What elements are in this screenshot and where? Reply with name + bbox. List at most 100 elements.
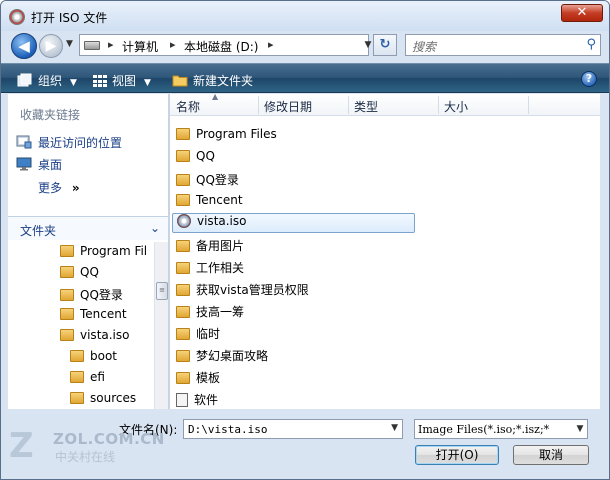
chevron-right-icon[interactable]: ▸: [170, 38, 176, 51]
list-item[interactable]: QQ登录: [176, 171, 239, 191]
column-type[interactable]: 类型: [354, 98, 378, 115]
window-title: 打开 ISO 文件: [31, 11, 108, 25]
chevron-down-icon: ▼: [70, 78, 77, 88]
folder-icon: [60, 266, 74, 278]
folder-icon: [60, 308, 74, 320]
list-item-label: 临时: [196, 327, 221, 341]
folder-icon: [176, 194, 190, 206]
views-menu[interactable]: 视图 ▼: [93, 72, 151, 90]
list-item-label: QQ登录: [196, 173, 239, 187]
more-favorites-link[interactable]: 更多 »: [38, 179, 80, 196]
filename-field[interactable]: D:\vista.iso ▼: [183, 419, 403, 439]
list-item[interactable]: 梦幻桌面攻略: [176, 347, 268, 367]
list-item[interactable]: 工作相关: [176, 259, 244, 279]
folders-toggle[interactable]: 文件夹 ⌄: [8, 216, 168, 240]
list-item[interactable]: 备用图片: [176, 237, 244, 257]
tree-item[interactable]: vista.iso: [60, 328, 130, 342]
tree-item-label: Program Fil: [80, 244, 148, 258]
column-divider[interactable]: [438, 96, 439, 114]
close-icon: ✕: [576, 5, 588, 20]
column-size[interactable]: 大小: [444, 98, 468, 115]
file-type-select[interactable]: Image Files(*.iso;*.isz;* ▼: [414, 419, 588, 439]
list-item[interactable]: 获取vista管理员权限: [176, 281, 309, 301]
list-item-selected[interactable]: vista.iso: [172, 213, 415, 233]
organize-icon: [17, 73, 33, 90]
recent-places-icon: [16, 135, 32, 149]
list-item[interactable]: Program Files: [176, 127, 277, 147]
refresh-button[interactable]: ↻: [373, 34, 397, 56]
watermark-z-glyph: Z: [9, 426, 34, 466]
folder-icon: [176, 328, 190, 340]
breadcrumb-computer[interactable]: 计算机: [122, 38, 158, 55]
tree-item[interactable]: Tencent: [60, 307, 127, 321]
search-input[interactable]: 搜索 ⚲: [405, 34, 601, 56]
tree-item[interactable]: efi: [70, 370, 105, 384]
folder-icon: [60, 245, 74, 257]
watermark-site: ZOL.COM.CN: [53, 430, 165, 448]
list-item-label: 获取vista管理员权限: [196, 283, 309, 297]
column-header: ▲ 名称 修改日期 类型 大小: [170, 92, 600, 116]
forward-button[interactable]: ▶: [39, 34, 63, 58]
scrollbar-thumb[interactable]: ≡: [156, 282, 168, 300]
list-item-label: 模板: [196, 371, 221, 385]
file-type-value: Image Files(*.iso;*.isz;*: [418, 423, 550, 436]
recent-pages-dropdown-icon[interactable]: ▼: [66, 39, 73, 49]
close-button[interactable]: ✕: [561, 4, 603, 22]
list-item[interactable]: 模板: [176, 369, 220, 389]
tree-item[interactable]: boot: [70, 349, 117, 363]
tree-item-label: Tencent: [80, 307, 127, 321]
document-icon: [176, 393, 188, 407]
tree-item-label: QQ: [80, 265, 99, 279]
tree-item[interactable]: QQ登录: [60, 286, 123, 303]
favorite-recent-places[interactable]: 最近访问的位置: [16, 134, 122, 151]
favorite-recent-label: 最近访问的位置: [38, 136, 123, 150]
folder-icon: [176, 174, 190, 186]
chevron-right-icon[interactable]: ▸: [268, 38, 274, 51]
more-label: 更多: [38, 181, 63, 195]
favorite-desktop[interactable]: 桌面: [16, 156, 62, 173]
organize-menu[interactable]: 组织 ▼: [17, 72, 77, 90]
folder-tree: Program Fil QQ QQ登录 Tencent vista.iso bo…: [8, 242, 154, 409]
column-divider[interactable]: [258, 96, 259, 114]
list-item[interactable]: QQ: [176, 149, 215, 169]
filename-value: D:\vista.iso: [188, 423, 268, 436]
chevron-down-icon: ▼: [144, 78, 151, 88]
folders-label: 文件夹: [20, 224, 57, 238]
tree-item[interactable]: Program Fil: [60, 244, 147, 258]
views-icon: [93, 75, 107, 90]
list-item[interactable]: Tencent: [176, 193, 243, 213]
organize-label: 组织: [38, 74, 63, 88]
folder-icon: [176, 284, 190, 296]
new-folder-button[interactable]: 新建文件夹: [172, 72, 253, 90]
search-icon[interactable]: ⚲: [586, 37, 596, 52]
navigation-pane: 收藏夹链接 最近访问的位置 桌面 更多 » 文件夹 ⌄ Program Fil …: [8, 94, 168, 409]
column-divider[interactable]: [348, 96, 349, 114]
help-icon[interactable]: ?: [581, 71, 597, 87]
column-divider[interactable]: [528, 96, 529, 114]
list-item[interactable]: 软件: [176, 391, 218, 411]
chevron-down-icon[interactable]: ▼: [573, 420, 587, 438]
folder-icon: [176, 128, 190, 140]
tree-item-label: QQ登录: [80, 288, 123, 302]
list-item-label: 工作相关: [196, 261, 245, 275]
chevron-right-icon[interactable]: ▸: [108, 38, 114, 51]
tree-item-label: efi: [90, 370, 105, 384]
address-bar[interactable]: ▸ 计算机 ▸ 本地磁盘 (D:) ▸: [79, 34, 369, 56]
drive-icon: [84, 41, 100, 50]
list-item-label: vista.iso: [197, 214, 247, 228]
list-item[interactable]: 临时: [176, 325, 220, 345]
back-button[interactable]: ◀: [11, 33, 37, 59]
list-item[interactable]: 技高一筹: [176, 303, 244, 323]
tree-item-label: vista.iso: [80, 328, 130, 342]
open-button[interactable]: 打开(O): [415, 445, 499, 465]
column-modified[interactable]: 修改日期: [264, 98, 312, 115]
chevron-down-icon[interactable]: ▼: [391, 423, 398, 433]
cancel-button[interactable]: 取消: [513, 445, 589, 465]
new-folder-icon: [172, 73, 188, 90]
tree-item[interactable]: sources: [70, 391, 136, 405]
column-name[interactable]: 名称: [176, 98, 200, 115]
open-file-dialog: 打开 ISO 文件 ✕ ◀ ▶ ▼ ▸ 计算机 ▸ 本地磁盘 (D:) ▸ ▼ …: [0, 0, 610, 480]
tree-item[interactable]: QQ: [60, 265, 99, 279]
tree-scrollbar[interactable]: ≡: [154, 242, 168, 409]
breadcrumb-drive-d[interactable]: 本地磁盘 (D:): [184, 38, 258, 55]
